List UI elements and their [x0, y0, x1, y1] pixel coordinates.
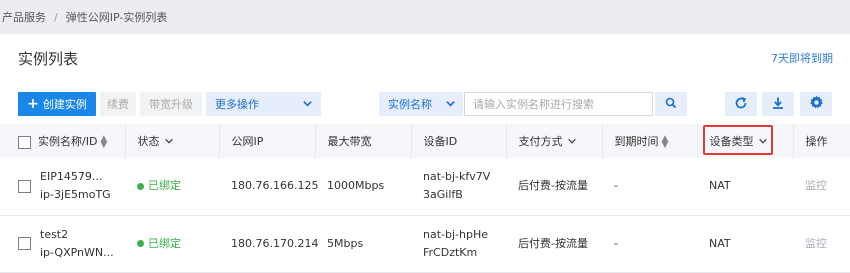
header-expire-label: 到期时间	[614, 135, 659, 148]
header-status[interactable]: 状态	[125, 124, 220, 158]
payment-cell: 后付费-按流量	[518, 179, 588, 193]
actions-cell: 监控	[793, 158, 850, 215]
settings-button[interactable]	[800, 92, 832, 116]
header-actions: 操作	[793, 124, 850, 158]
header-public-ip: 公网IP	[219, 124, 316, 158]
monitor-link[interactable]: 监控	[805, 237, 827, 250]
search-type-select[interactable]: 实例名称	[379, 92, 463, 116]
row-checkbox[interactable]	[18, 179, 31, 193]
gear-icon	[809, 95, 824, 113]
sort-icon[interactable]: ▲ ▼	[100, 135, 107, 150]
header-ip-label: 公网IP	[231, 135, 264, 148]
header-device-id-label: 设备ID	[423, 135, 458, 148]
instance-name[interactable]: test2	[40, 226, 114, 244]
plus-icon: +	[27, 96, 39, 112]
header-device-type[interactable]: 设备类型	[697, 124, 794, 158]
refresh-icon	[734, 96, 748, 113]
status-cell: 已绑定	[125, 158, 219, 215]
instance-table: 实例名称/ID ▲ ▼ 状态 公网IP 最大带宽 设备ID 支付方式 到期时间 ▲ ▼ …	[0, 124, 850, 273]
chevron-down-icon[interactable]	[758, 136, 768, 149]
header-name-label: 实例名称/ID	[38, 135, 98, 148]
header-device-type-label: 设备类型	[709, 135, 754, 148]
header-actions-label: 操作	[805, 135, 828, 148]
public-ip-cell: 180.76.170.214	[231, 236, 319, 250]
chevron-down-icon	[302, 98, 313, 112]
create-instance-label: 创建实例	[42, 98, 87, 111]
header-payment[interactable]: 支付方式	[506, 124, 603, 158]
status-dot-icon	[137, 182, 144, 190]
search-button[interactable]	[655, 92, 687, 116]
row-checkbox[interactable]	[18, 237, 31, 250]
status-cell: 已绑定	[125, 215, 219, 272]
device-id-line1: nat-bj-kfv7V	[423, 170, 491, 184]
expire-cell: -	[614, 179, 618, 193]
instance-id: ip-QXPnWN...	[40, 245, 114, 259]
header-bandwidth: 最大带宽	[315, 124, 412, 158]
actions-cell: 监控	[793, 215, 850, 272]
header-bandwidth-label: 最大带宽	[327, 135, 372, 148]
public-ip-cell: 180.76.166.125	[231, 179, 319, 193]
device-id-cell: nat-bj-hpHe FrCDztKm	[411, 215, 506, 272]
header-payment-label: 支付方式	[518, 135, 563, 148]
toolbar: + 创建实例 续费 带宽升级 更多操作 实例名称	[18, 92, 832, 116]
header-device-id: 设备ID	[411, 124, 507, 158]
expiring-soon-link[interactable]: 7天即将到期	[771, 50, 833, 66]
instance-name[interactable]: EIP14579...	[40, 168, 111, 186]
bandwidth-upgrade-button[interactable]: 带宽升级	[140, 92, 202, 116]
select-all-checkbox[interactable]	[18, 135, 31, 149]
search-input[interactable]	[464, 92, 653, 116]
instance-name-cell: test2 ip-QXPnWN...	[0, 215, 125, 272]
expire-cell: -	[614, 236, 618, 250]
more-actions-dropdown[interactable]: 更多操作	[206, 92, 321, 116]
status-badge: 已绑定	[137, 235, 219, 253]
device-id-line1: nat-bj-hpHe	[423, 227, 488, 241]
payment-cell: 后付费-按流量	[518, 236, 588, 250]
breadcrumb-root[interactable]: 产品服务	[2, 9, 46, 25]
instance-id: ip-3jE5moTG	[40, 188, 111, 202]
bandwidth-cell: 1000Mbps	[327, 179, 385, 193]
download-icon	[771, 96, 785, 113]
status-badge: 已绑定	[137, 177, 219, 195]
header-status-label: 状态	[137, 135, 160, 148]
instance-name-cell: EIP14579... ip-3jE5moTG	[0, 158, 125, 215]
breadcrumb-current: 弹性公网IP-实例列表	[65, 11, 168, 24]
device-id-cell: nat-bj-kfv7V 3aGilfB	[411, 158, 506, 215]
table-header-row: 实例名称/ID ▲ ▼ 状态 公网IP 最大带宽 设备ID 支付方式 到期时间 ▲ ▼ …	[0, 124, 850, 158]
breadcrumb-separator: /	[54, 10, 58, 24]
refresh-button[interactable]	[725, 92, 757, 116]
search-type-label: 实例名称	[388, 98, 432, 111]
sort-icon[interactable]: ▲ ▼	[662, 135, 669, 150]
device-type-cell: NAT	[709, 179, 731, 193]
page-title: 实例列表	[18, 50, 79, 68]
device-id-line2: FrCDztKm	[423, 245, 478, 259]
monitor-link[interactable]: 监控	[805, 179, 827, 192]
status-dot-icon	[137, 240, 144, 247]
bandwidth-cell: 5Mbps	[327, 236, 364, 250]
create-instance-button[interactable]: + 创建实例	[18, 92, 96, 116]
breadcrumb: 产品服务 / 弹性公网IP-实例列表	[0, 0, 167, 34]
chevron-down-icon	[445, 98, 456, 112]
table-row: test2 ip-QXPnWN... 已绑定 180.76.170.214 5M…	[0, 215, 850, 272]
more-actions-label: 更多操作	[215, 98, 259, 111]
status-label: 已绑定	[148, 179, 181, 193]
header-name[interactable]: 实例名称/ID ▲ ▼	[0, 124, 126, 158]
instance-list-panel: 实例列表 7天即将到期 + 创建实例 续费 带宽升级 更多操作 实例名称 请输入…	[0, 34, 850, 273]
header-expire[interactable]: 到期时间 ▲ ▼	[602, 124, 698, 158]
device-id-line2: 3aGilfB	[423, 188, 463, 202]
table-row: EIP14579... ip-3jE5moTG 已绑定 180.76.166.1…	[0, 158, 850, 215]
chevron-down-icon[interactable]	[164, 136, 174, 149]
status-label: 已绑定	[148, 236, 181, 250]
search-icon	[665, 97, 677, 112]
renew-button[interactable]: 续费	[100, 92, 136, 116]
download-button[interactable]	[762, 92, 794, 116]
device-type-cell: NAT	[709, 236, 731, 250]
chevron-down-icon[interactable]	[567, 136, 577, 149]
